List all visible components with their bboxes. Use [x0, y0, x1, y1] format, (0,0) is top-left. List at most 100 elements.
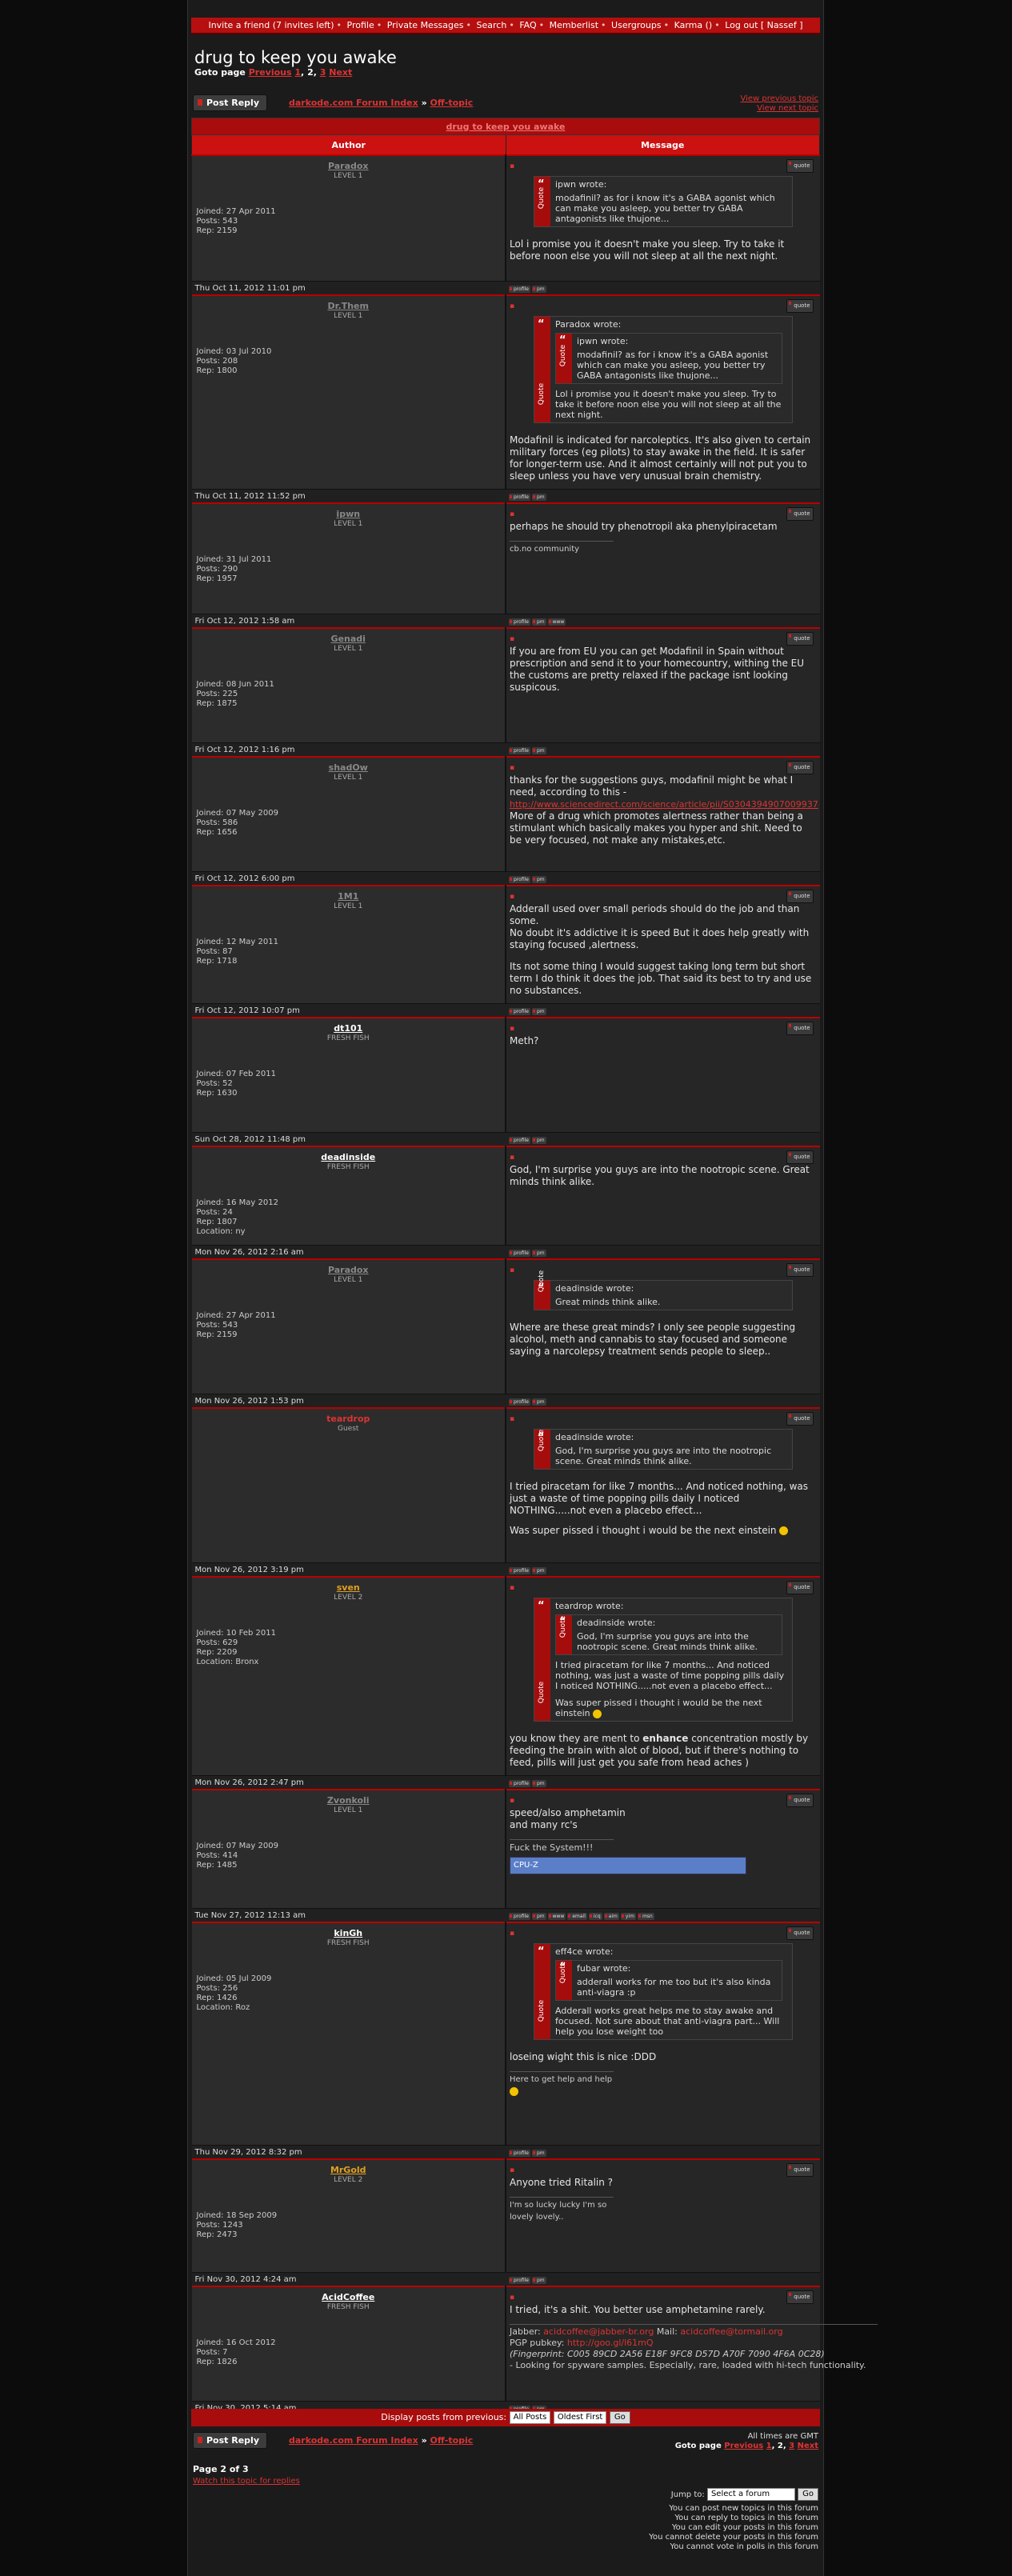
nav-private-messages[interactable]: Private Messages	[387, 20, 464, 30]
quote-button[interactable]: quote	[786, 2163, 814, 2177]
author-name[interactable]: Zvonkoli	[197, 1795, 501, 1806]
jump-select[interactable]: Select a forum	[706, 2488, 795, 2501]
profile-button[interactable]: profile	[509, 1007, 530, 1015]
author-name[interactable]: teardrop	[197, 1414, 501, 1424]
goto-previous-bottom[interactable]: Previous	[724, 2442, 763, 2450]
pm-button[interactable]: pm	[531, 1398, 546, 1406]
pgp-link[interactable]: http://goo.gl/l61mQ	[567, 2338, 654, 2348]
msn-button[interactable]: msn	[637, 1912, 654, 1920]
yim-button[interactable]: yim	[620, 1912, 636, 1920]
pm-button[interactable]: pm	[531, 746, 546, 754]
quote-button[interactable]: quote	[786, 507, 814, 521]
nav-karma[interactable]: Karma ()	[674, 20, 713, 30]
goto-previous[interactable]: Previous	[249, 67, 292, 78]
profile-button[interactable]: profile	[509, 1136, 530, 1144]
post-link[interactable]: http://www.sciencedirect.com/science/art…	[510, 798, 818, 810]
goto-page-3[interactable]: 3	[320, 67, 326, 78]
nav-search[interactable]: Search	[477, 20, 507, 30]
period-select[interactable]: All Posts	[509, 2411, 551, 2424]
pm-button[interactable]: pm	[531, 875, 546, 883]
quote-button[interactable]: quote	[786, 761, 814, 774]
quote-button[interactable]: quote	[786, 2290, 814, 2304]
topic-title-link[interactable]: drug to keep you awake	[446, 122, 566, 132]
order-select[interactable]: Oldest First	[553, 2411, 607, 2424]
quote-button[interactable]: quote	[786, 1150, 814, 1164]
profile-button[interactable]: profile	[509, 1398, 530, 1406]
profile-button[interactable]: profile	[509, 1249, 530, 1257]
author-name[interactable]: 1M1	[197, 891, 501, 902]
goto-page-1-bottom[interactable]: 1	[766, 2442, 772, 2450]
www-button[interactable]: www	[547, 1912, 566, 1920]
aim-button[interactable]: aim	[603, 1912, 619, 1920]
post-reply-button-bottom[interactable]: Post Reply	[193, 2432, 267, 2449]
profile-button[interactable]: profile	[509, 1566, 530, 1574]
pm-button[interactable]: pm	[531, 1912, 546, 1920]
jabber-link[interactable]: acidcoffee@jabber-br.org	[543, 2326, 654, 2337]
author-name[interactable]: Dr.Them	[197, 301, 501, 311]
author-name[interactable]: deadinside	[197, 1152, 501, 1162]
profile-button[interactable]: profile	[509, 875, 530, 883]
mail-link[interactable]: acidcoffee@tormail.org	[680, 2326, 782, 2337]
profile-button[interactable]: profile	[509, 1779, 530, 1787]
pm-button[interactable]: pm	[531, 1566, 546, 1574]
profile-button[interactable]: profile	[509, 285, 530, 293]
pm-button[interactable]: pm	[531, 2149, 546, 2157]
breadcrumb-offtopic-bottom[interactable]: Off-topic	[430, 2435, 474, 2446]
author-name[interactable]: Paradox	[197, 161, 501, 171]
profile-button[interactable]: profile	[509, 618, 530, 626]
email-button[interactable]: email	[567, 1912, 587, 1920]
author-name[interactable]: sven	[197, 1582, 501, 1593]
profile-button[interactable]: profile	[509, 1912, 530, 1920]
pm-button[interactable]: pm	[531, 1136, 546, 1144]
pm-button[interactable]: pm	[531, 1779, 546, 1787]
profile-button[interactable]: profile	[509, 2149, 530, 2157]
pm-button[interactable]: pm	[531, 618, 546, 626]
pm-button[interactable]: pm	[531, 2276, 546, 2284]
nav-invite[interactable]: Invite a friend (7 invites left)	[208, 20, 334, 30]
jump-go-button[interactable]: Go	[798, 2488, 818, 2501]
quote-button[interactable]: quote	[786, 159, 814, 173]
goto-next[interactable]: Next	[329, 67, 352, 78]
author-name[interactable]: MrGold	[197, 2165, 501, 2175]
goto-page-1[interactable]: 1	[294, 67, 301, 78]
author-name[interactable]: kinGh	[197, 1928, 501, 1938]
pm-button[interactable]: pm	[531, 493, 546, 501]
quote-button[interactable]: quote	[786, 1263, 814, 1277]
icq-button[interactable]: icq	[588, 1912, 602, 1920]
www-button[interactable]: www	[547, 618, 566, 626]
quote-button[interactable]: quote	[786, 632, 814, 646]
pm-button[interactable]: pm	[531, 1007, 546, 1015]
view-next-topic[interactable]: View next topic	[740, 104, 818, 114]
profile-button[interactable]: profile	[509, 2276, 530, 2284]
quote-button[interactable]: quote	[786, 890, 814, 903]
goto-next-bottom[interactable]: Next	[798, 2442, 818, 2450]
nav-memberlist[interactable]: Memberlist	[550, 20, 598, 30]
author-name[interactable]: AcidCoffee	[197, 2292, 501, 2302]
watch-topic-link[interactable]: Watch this topic for replies	[193, 2477, 300, 2486]
quote-button[interactable]: quote	[786, 1581, 814, 1594]
quote-button[interactable]: quote	[786, 1412, 814, 1426]
quote-button[interactable]: quote	[786, 299, 814, 313]
profile-button[interactable]: profile	[509, 746, 530, 754]
profile-button[interactable]: profile	[509, 493, 530, 501]
quote-button[interactable]: quote	[786, 1926, 814, 1940]
quote-button[interactable]: quote	[786, 1794, 814, 1807]
author-name[interactable]: dt101	[197, 1023, 501, 1034]
quote-button[interactable]: quote	[786, 1022, 814, 1035]
author-name[interactable]: shadOw	[197, 762, 501, 773]
breadcrumb-forum-index[interactable]: darkode.com Forum Index	[289, 98, 418, 108]
goto-page-3-bottom[interactable]: 3	[789, 2442, 794, 2450]
nav-logout[interactable]: Log out [ Nassef ]	[725, 20, 802, 30]
nav-usergroups[interactable]: Usergroups	[611, 20, 662, 30]
breadcrumb-forum-index-bottom[interactable]: darkode.com Forum Index	[289, 2435, 418, 2446]
author-name[interactable]: Genadi	[197, 634, 501, 644]
author-name[interactable]: ipwn	[197, 509, 501, 519]
post-reply-button[interactable]: Post Reply	[193, 94, 267, 111]
pm-button[interactable]: pm	[531, 285, 546, 293]
display-go-button[interactable]: Go	[609, 2411, 630, 2424]
nav-faq[interactable]: FAQ	[519, 20, 536, 30]
breadcrumb-offtopic[interactable]: Off-topic	[430, 98, 474, 108]
nav-profile[interactable]: Profile	[347, 20, 374, 30]
author-name[interactable]: Paradox	[197, 1265, 501, 1275]
view-previous-topic[interactable]: View previous topic	[740, 94, 818, 104]
